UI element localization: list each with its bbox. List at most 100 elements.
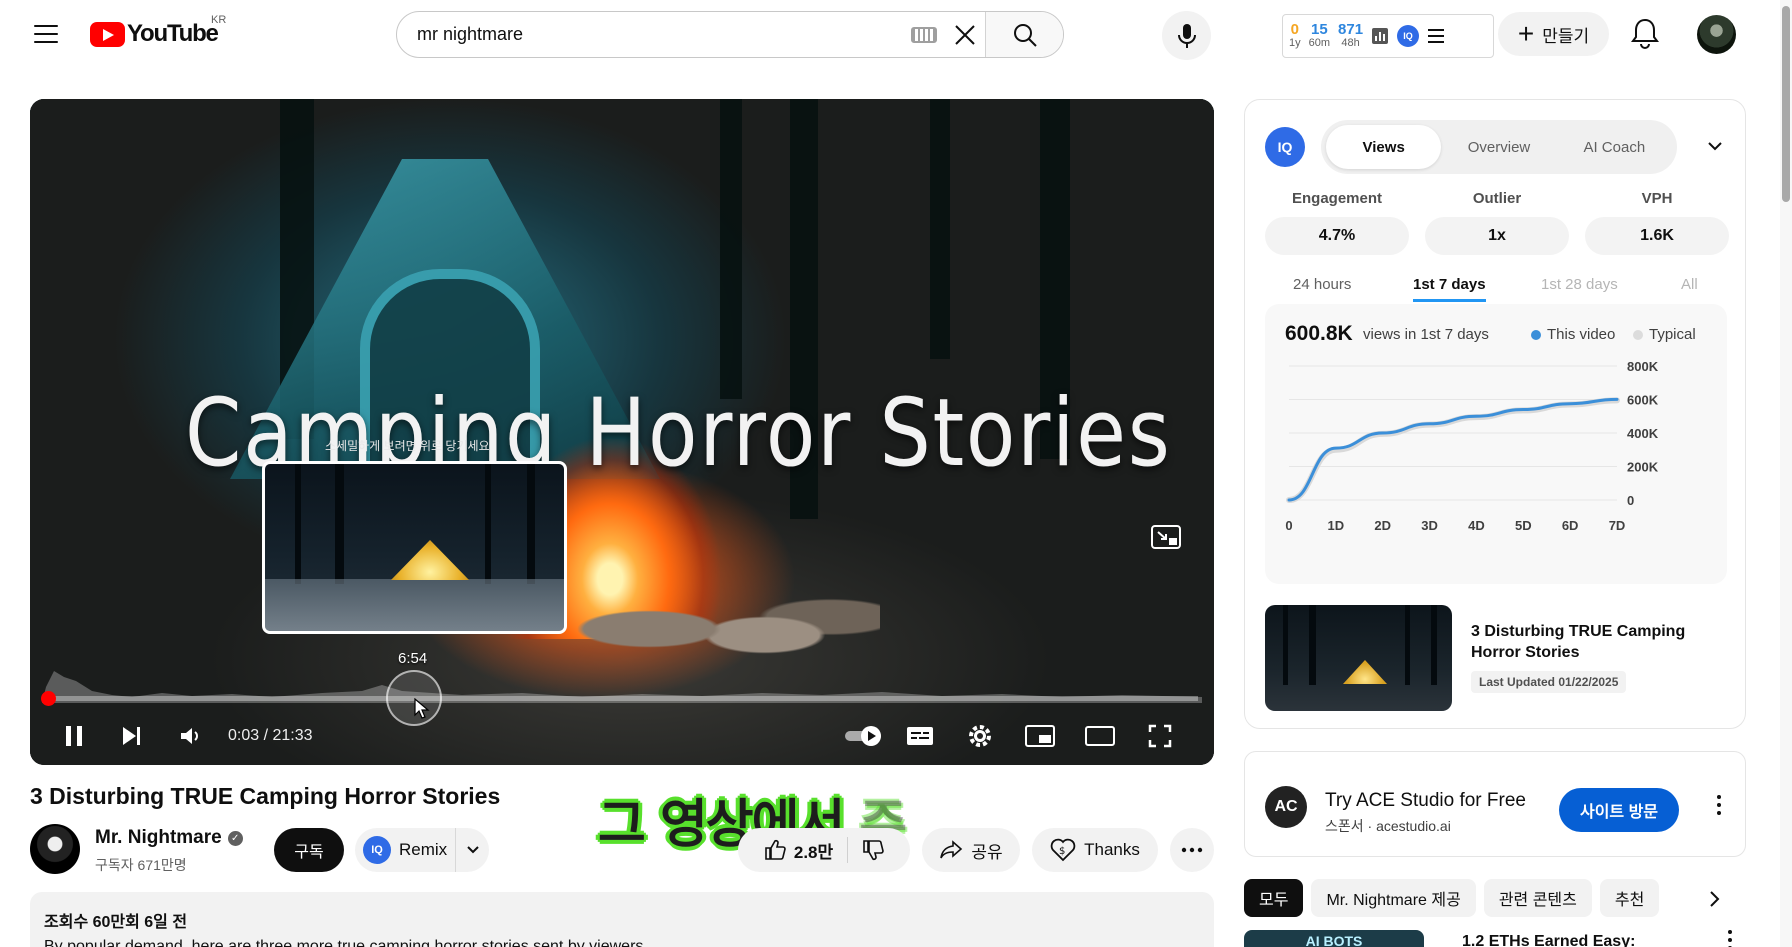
page-scrollbar[interactable] (1780, 0, 1792, 947)
autoplay-toggle[interactable] (842, 720, 888, 752)
metric-outlier: Outlier 1x (1425, 190, 1569, 255)
more-actions-button[interactable] (1170, 828, 1214, 872)
collapse-chevron-icon[interactable] (1703, 136, 1727, 156)
share-icon (940, 840, 963, 859)
description-text: By popular demand, here are three more t… (44, 938, 648, 947)
miniplayer-button[interactable] (1020, 720, 1060, 752)
description-box[interactable]: 조회수 60만회 6일 전 By popular demand, here ar… (30, 892, 1214, 947)
stat-1y: 0 1y (1289, 22, 1301, 49)
stat-48h: 871 48h (1338, 22, 1363, 49)
bar-chart-icon[interactable] (1371, 27, 1389, 45)
scrubber-handle[interactable] (41, 691, 56, 706)
keyboard-icon[interactable] (911, 27, 937, 43)
logo-text: YouTube (127, 20, 219, 47)
sponsored-ad-card[interactable]: AC Try ACE Studio for Free 스폰서 · acestud… (1244, 751, 1746, 857)
x-tick-label: 7D (1609, 518, 1626, 533)
chip-recommended[interactable]: 추천 (1599, 879, 1660, 917)
tab-overview[interactable]: Overview (1441, 125, 1556, 169)
stat-label: 60m (1308, 37, 1331, 50)
range-all[interactable]: All (1681, 276, 1698, 299)
notifications-bell-icon[interactable] (1628, 16, 1662, 52)
tab-views[interactable]: Views (1326, 125, 1442, 169)
top-bar: YouTube KR 0 1y 15 60m 871 48h IQ + (0, 0, 1792, 70)
pause-button[interactable] (56, 720, 92, 752)
range-1st-7-days[interactable]: 1st 7 days (1413, 276, 1486, 302)
mute-button[interactable] (172, 720, 208, 752)
views-chart-card: 600.8K views in 1st 7 days This video Ty… (1265, 304, 1727, 584)
x-tick-label: 2D (1374, 518, 1391, 533)
metric-value: 4.7% (1265, 217, 1409, 255)
channel-name-link[interactable]: Mr. Nightmare ✓ (95, 827, 243, 849)
share-label: 공유 (971, 842, 1003, 862)
create-label: 만들기 (1542, 26, 1590, 46)
extension-stats[interactable]: 0 1y 15 60m 871 48h IQ (1282, 14, 1494, 58)
ad-more-icon[interactable] (1709, 790, 1729, 820)
recommended-thumbnail[interactable]: AI BOTS (1244, 930, 1424, 947)
pause-icon (66, 726, 82, 746)
vidiq-panel: IQ Views Overview AI Coach Engagement 4.… (1244, 99, 1746, 729)
channel-avatar[interactable] (30, 824, 80, 874)
settings-button[interactable]: HD (960, 720, 1000, 752)
x-tick-label: 3D (1421, 518, 1438, 533)
panel-tabs: Views Overview AI Coach (1321, 120, 1677, 174)
account-avatar[interactable] (1697, 15, 1736, 54)
ad-title: Try ACE Studio for Free (1325, 790, 1526, 811)
x-tick-label: 1D (1328, 518, 1345, 533)
search-button[interactable] (985, 12, 1063, 57)
x-tick-label: 5D (1515, 518, 1532, 533)
stat-value: 15 (1310, 21, 1328, 39)
remix-dropdown-chevron-icon[interactable] (455, 828, 489, 872)
analyzed-video-card[interactable]: 3 Disturbing TRUE Camping Horror Stories… (1265, 605, 1727, 711)
search-input[interactable] (397, 12, 911, 57)
preview-tent (391, 540, 469, 580)
next-button[interactable] (114, 720, 150, 752)
dislike-button[interactable] (856, 839, 884, 861)
chip-from-channel[interactable]: Mr. Nightmare 제공 (1311, 879, 1476, 917)
theater-mode-button[interactable] (1080, 720, 1120, 752)
fullscreen-button[interactable] (1140, 720, 1180, 752)
visit-site-button[interactable]: 사이트 방문 (1559, 788, 1679, 832)
iq-extension-icon[interactable]: IQ (1397, 25, 1420, 47)
thanks-button[interactable]: $ Thanks (1032, 828, 1158, 872)
scrollbar-thumb[interactable] (1782, 6, 1790, 202)
view-count-date: 조회수 60만회 6일 전 (44, 914, 188, 931)
recommended-more-icon[interactable] (1720, 925, 1740, 947)
chip-all[interactable]: 모두 (1244, 879, 1304, 917)
seek-preview-thumbnail (262, 461, 567, 634)
voice-search-button[interactable] (1162, 11, 1211, 60)
microphone-icon (1177, 23, 1196, 48)
chips-next-chevron-icon[interactable] (1700, 882, 1730, 916)
series-line-typical (1286, 397, 1620, 503)
seek-hint: 스세밀하게 보려면 위로 당기세요 (325, 439, 490, 453)
youtube-logo[interactable]: YouTube (90, 20, 219, 48)
time-display: 0:03 / 21:33 (228, 727, 313, 744)
like-button[interactable]: 2.8만 (764, 837, 849, 863)
remix-button[interactable]: IQ Remix (355, 828, 489, 872)
thumbnail-tent (1343, 660, 1387, 684)
tab-ai-coach[interactable]: AI Coach (1557, 125, 1672, 169)
range-24-hours[interactable]: 24 hours (1293, 276, 1351, 299)
share-button[interactable]: 공유 (922, 828, 1020, 872)
range-1st-28-days[interactable]: 1st 28 days (1541, 276, 1618, 299)
thanks-label: Thanks (1084, 840, 1140, 859)
subscribe-button[interactable]: 구독 (274, 828, 344, 872)
like-dislike-group: 2.8만 (738, 828, 910, 872)
fullscreen-icon (1148, 724, 1172, 748)
recommended-title[interactable]: 1.2 ETHs Earned Easy: (1462, 933, 1635, 947)
thumbs-up-icon (765, 839, 786, 860)
clear-search-icon[interactable] (945, 12, 985, 57)
subtitles-button[interactable] (900, 720, 940, 752)
video-player[interactable]: Camping Horror Stories 스세밀하게 보려면 위로 당기세요… (30, 99, 1214, 765)
thanks-heart-icon: $ (1050, 838, 1076, 862)
chip-related[interactable]: 관련 콘텐츠 (1483, 879, 1592, 917)
like-count: 2.8만 (793, 842, 834, 862)
stat-label: 48h (1341, 37, 1360, 50)
progress-bar[interactable] (46, 696, 1198, 701)
next-icon (123, 727, 140, 745)
list-icon[interactable] (1427, 28, 1445, 44)
thumbs-down-icon (863, 840, 884, 861)
verified-check-icon: ✓ (227, 830, 243, 846)
minimize-icon[interactable] (1146, 517, 1186, 557)
create-button[interactable]: + 만들기 (1498, 12, 1609, 56)
menu-icon[interactable] (26, 18, 66, 50)
